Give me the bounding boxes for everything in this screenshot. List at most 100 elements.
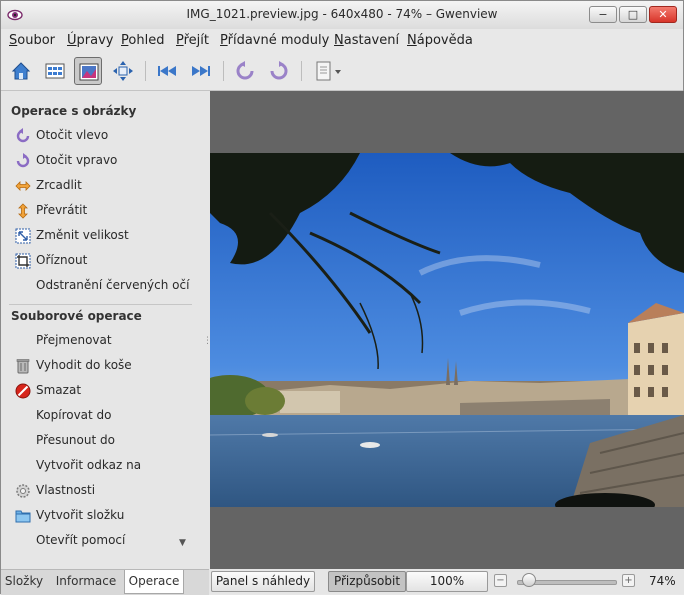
document-menu-button[interactable] [311, 57, 347, 85]
rotate-right-icon [16, 153, 30, 168]
toolbar-separator [145, 61, 146, 81]
status-bar: Panel s náhledy Přizpůsobit 100% − + 74% [209, 569, 684, 594]
op-create-folder[interactable]: Vytvořit složku [15, 505, 195, 527]
thumbnails-button[interactable] [41, 57, 69, 85]
main-toolbar [1, 53, 683, 91]
toolbar-separator [301, 61, 302, 81]
op-label: Odstranění červených očí [36, 278, 190, 292]
photo-prague-castle [210, 153, 684, 507]
op-label: Zrcadlit [36, 178, 82, 192]
previous-icon [158, 66, 176, 76]
next-icon [192, 66, 210, 76]
tab-operations[interactable]: Operace [124, 570, 184, 594]
op-label: Otočit vpravo [36, 153, 118, 167]
op-label: Vytvořit složku [36, 508, 125, 522]
close-button[interactable]: ✕ [649, 6, 677, 23]
menu-help[interactable]: Nápověda [407, 33, 473, 48]
maximize-button[interactable]: □ [619, 6, 647, 23]
op-open-with[interactable]: Otevřít pomocí [15, 530, 195, 552]
crop-icon [15, 253, 31, 269]
delete-icon [15, 383, 31, 399]
op-rotate-right[interactable]: Otočit vpravo [15, 150, 195, 172]
op-flip[interactable]: Převrátit [15, 200, 195, 222]
title-bar: IMG_1021.preview.jpg - 640x480 - 74% – G… [1, 1, 683, 29]
op-red-eye-reduction[interactable]: Odstranění červených očí [15, 275, 195, 297]
zoom-out-icon[interactable]: − [494, 574, 507, 587]
zoom-percent-label: 74% [649, 574, 676, 588]
op-copy-to[interactable]: Kopírovat do [15, 405, 195, 427]
window-title: IMG_1021.preview.jpg - 640x480 - 74% – G… [186, 7, 498, 21]
op-move-to[interactable]: Přesunout do [15, 430, 195, 452]
rotate-right-icon [270, 61, 288, 80]
maximize-icon: □ [627, 8, 639, 21]
thumbnails-icon [45, 63, 65, 79]
minimize-icon: − [598, 8, 608, 21]
sidebar: Operace s obrázky Otočit vlevo Otočit vp… [1, 91, 212, 569]
gwenview-window: IMG_1021.preview.jpg - 640x480 - 74% – G… [0, 0, 684, 595]
op-label: Kopírovat do [36, 408, 112, 422]
op-move-to-trash[interactable]: Vyhodit do koše [15, 355, 195, 377]
op-label: Vytvořit odkaz na [36, 458, 142, 472]
properties-icon [16, 484, 30, 498]
view-button[interactable] [74, 57, 102, 85]
op-label: Oříznout [36, 253, 88, 267]
rotate-left-button[interactable] [231, 57, 259, 85]
rotate-right-button[interactable] [265, 57, 293, 85]
menu-edit[interactable]: Úpravy [67, 33, 113, 48]
zoom-slider-handle[interactable] [521, 573, 536, 587]
op-properties[interactable]: Vlastnosti [15, 480, 195, 502]
thumbnail-panel-button[interactable]: Panel s náhledy [211, 571, 315, 592]
rotate-left-icon [236, 61, 254, 80]
menu-go[interactable]: Přejít [176, 33, 209, 48]
op-label: Otevřít pomocí [36, 533, 126, 547]
previous-button[interactable] [153, 57, 181, 85]
folder-icon [15, 510, 31, 523]
chevron-down-icon[interactable]: ▼ [179, 538, 186, 548]
image-operations-title: Operace s obrázky [11, 104, 137, 118]
fullscreen-button[interactable] [109, 57, 137, 85]
rotate-left-icon [16, 128, 30, 143]
minimize-button[interactable]: − [589, 6, 617, 23]
op-label: Převrátit [36, 203, 88, 217]
fullscreen-icon [113, 61, 133, 81]
op-crop[interactable]: Oříznout [15, 250, 195, 272]
trash-icon [16, 359, 30, 374]
menu-settings[interactable]: Nastavení [334, 33, 399, 48]
close-icon: ✕ [658, 8, 668, 21]
tab-folders[interactable]: Složky [3, 570, 45, 594]
op-delete[interactable]: Smazat [15, 380, 195, 402]
tab-information[interactable]: Informace [51, 570, 121, 594]
op-label: Smazat [36, 383, 82, 397]
op-rename[interactable]: Přejmenovat [15, 330, 195, 352]
file-operations-title: Souborové operace [11, 309, 142, 323]
zoom-100-button[interactable]: 100% [406, 571, 488, 592]
section-divider [9, 304, 192, 305]
resize-icon [15, 228, 31, 244]
image-viewer[interactable] [210, 91, 684, 569]
toolbar-separator [223, 61, 224, 81]
zoom-in-icon[interactable]: + [622, 574, 635, 587]
op-link-to[interactable]: Vytvořit odkaz na [15, 455, 195, 477]
op-resize[interactable]: Změnit velikost [15, 225, 195, 247]
document-menu-icon [316, 61, 341, 81]
op-label: Přesunout do [36, 433, 115, 447]
menu-plugins[interactable]: Přídavné moduly [220, 33, 329, 48]
fit-button[interactable]: Přizpůsobit [328, 571, 406, 592]
flip-icon [18, 203, 28, 219]
menu-view[interactable]: Pohled [121, 33, 164, 48]
browse-button[interactable] [7, 57, 35, 85]
op-mirror[interactable]: Zrcadlit [15, 175, 195, 197]
sidebar-tabs: Složky Informace Operace [1, 569, 209, 595]
op-label: Změnit velikost [36, 228, 129, 242]
mirror-icon [15, 181, 31, 191]
op-label: Otočit vlevo [36, 128, 109, 142]
op-label: Vyhodit do koše [36, 358, 132, 372]
op-label: Přejmenovat [36, 333, 112, 347]
next-button[interactable] [187, 57, 215, 85]
op-rotate-left[interactable]: Otočit vlevo [15, 125, 195, 147]
op-label: Vlastnosti [36, 483, 96, 497]
view-image-icon [79, 63, 99, 81]
menu-file[interactable]: Soubor [9, 33, 55, 48]
home-icon [11, 62, 31, 80]
menu-bar: Soubor Úpravy Pohled Přejít Přídavné mod… [1, 29, 683, 53]
